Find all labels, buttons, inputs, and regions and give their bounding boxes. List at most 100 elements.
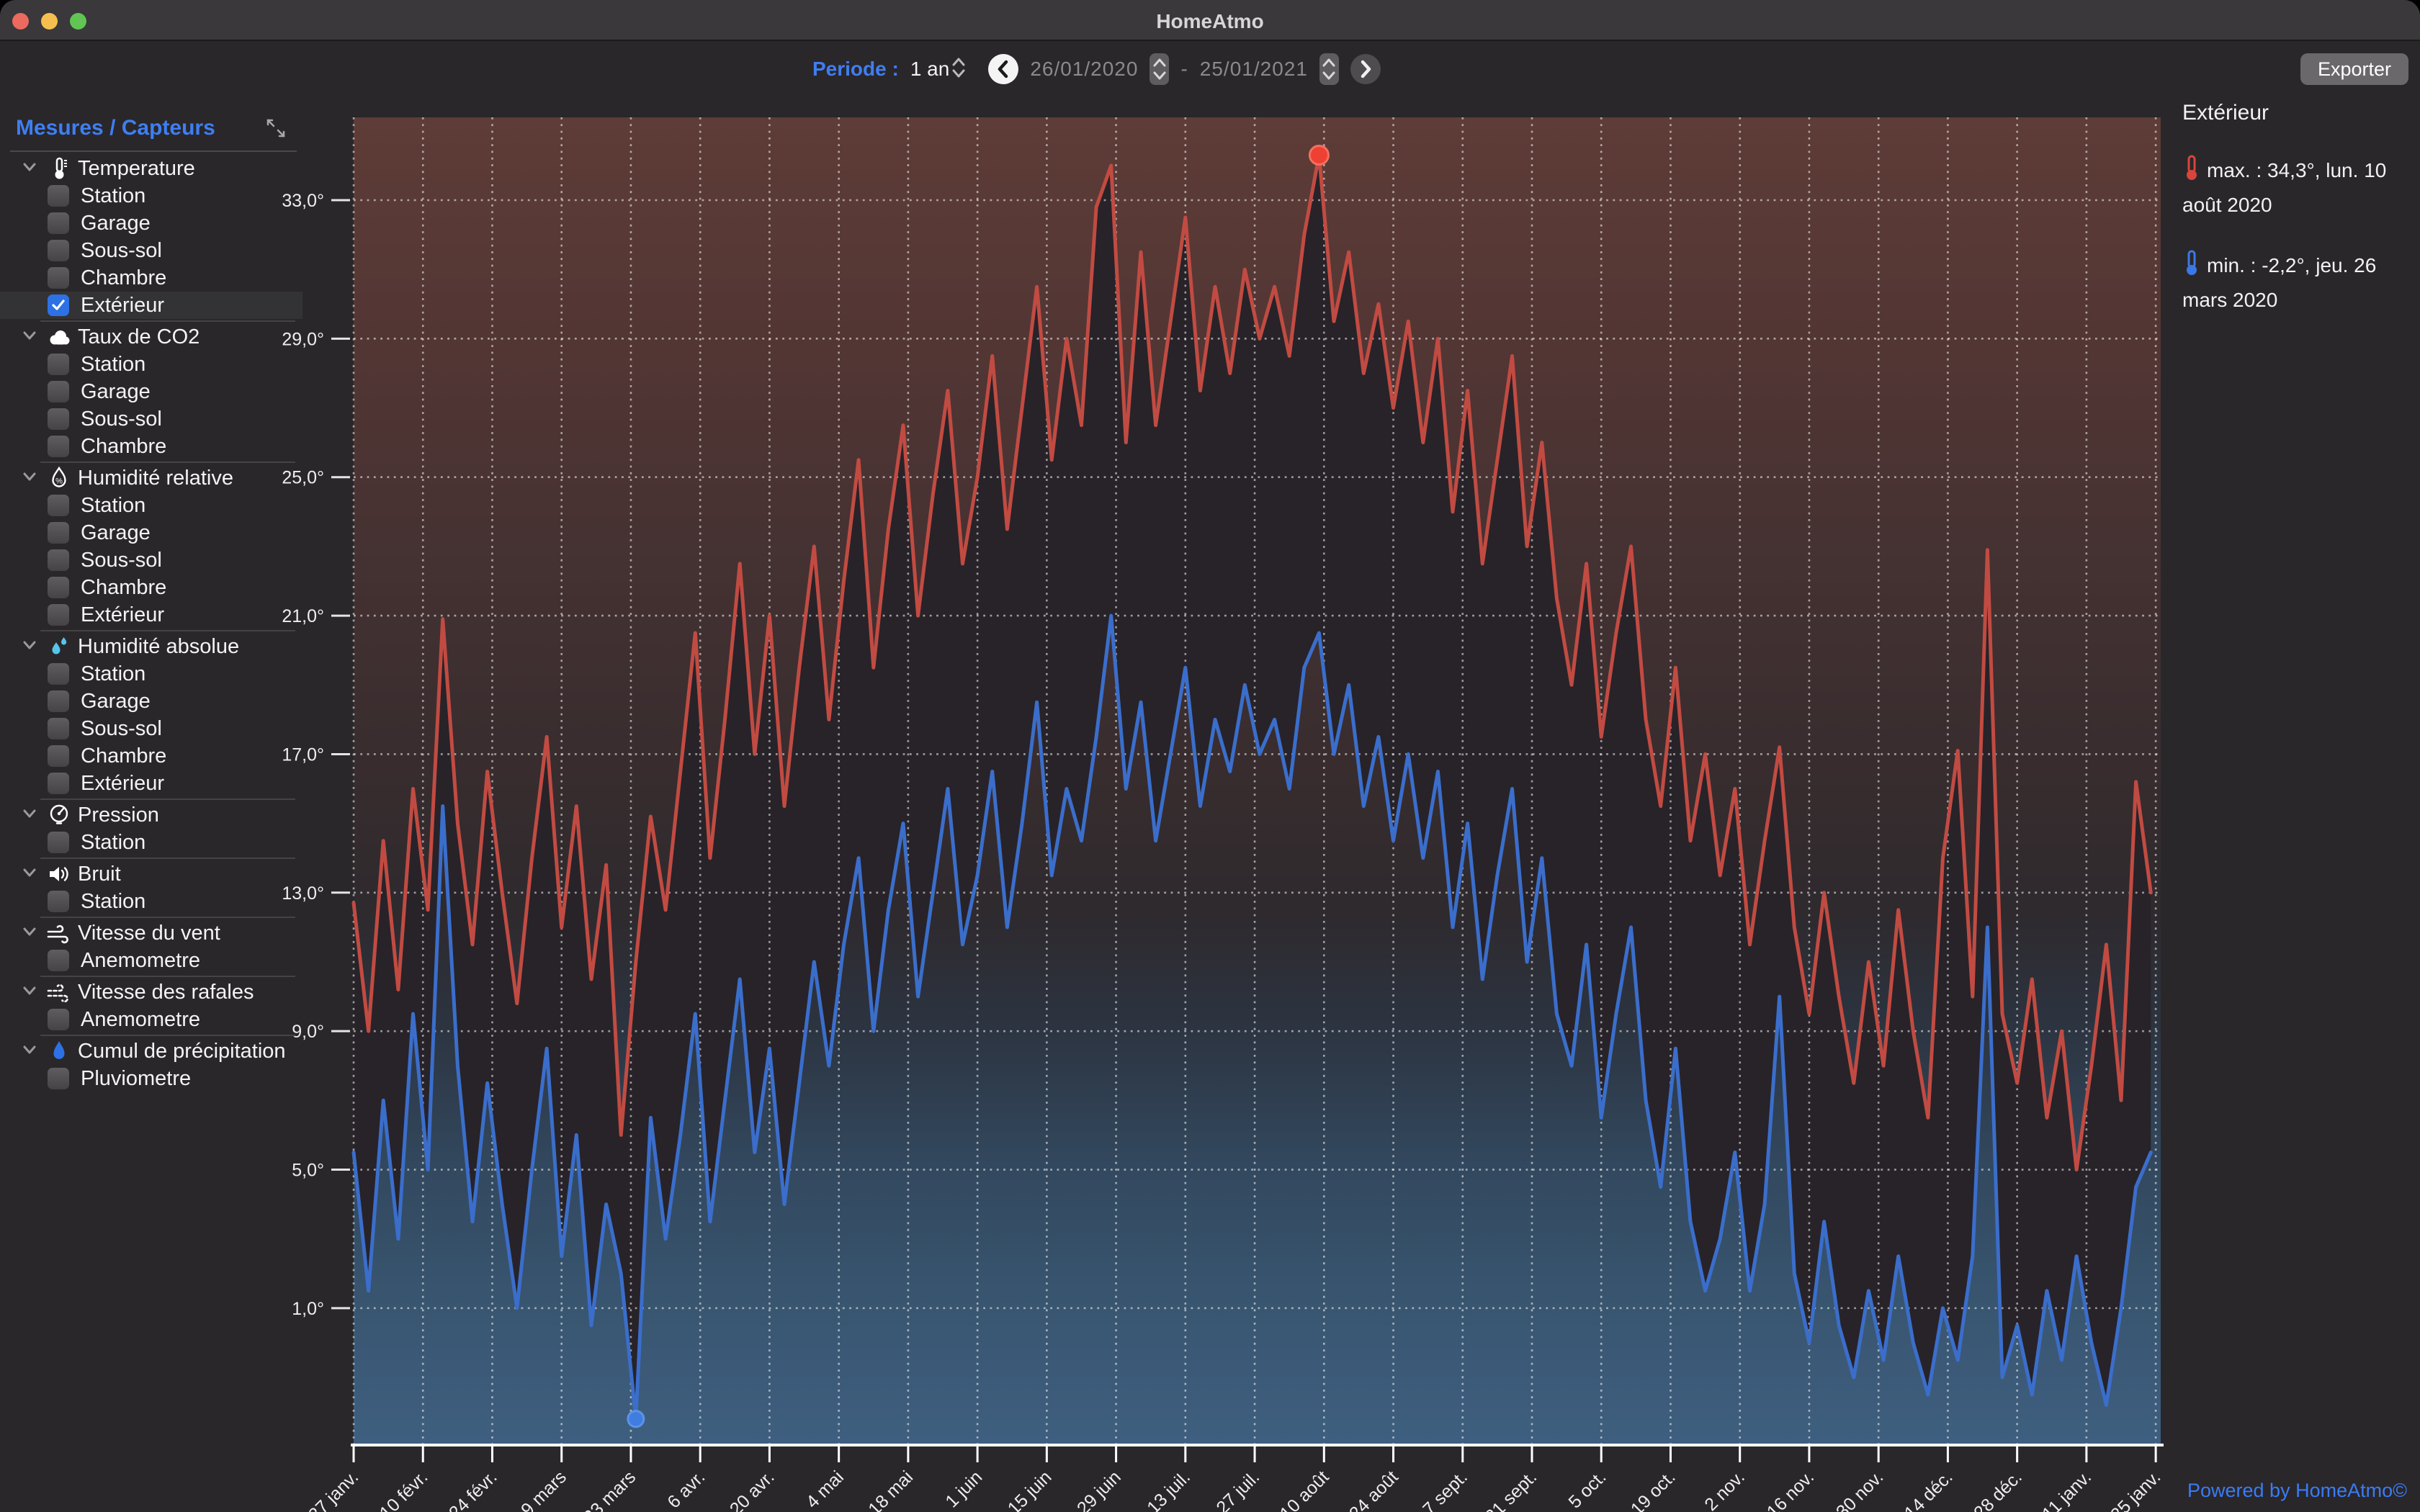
x-tick-label: 18 mai — [864, 1467, 917, 1512]
sensor-group-vitesse-du-vent[interactable]: Vitesse du vent — [0, 919, 302, 947]
checkbox-unchecked[interactable] — [48, 185, 69, 207]
sensor-group-vitesse-des-rafales[interactable]: Vitesse des rafales — [0, 978, 302, 1006]
checkbox-checked[interactable] — [48, 294, 69, 316]
sensor-item-garage[interactable]: Garage — [0, 210, 302, 237]
svg-text:%: % — [55, 477, 63, 486]
checkbox-unchecked[interactable] — [48, 891, 69, 912]
checkbox-unchecked[interactable] — [48, 577, 69, 598]
chevron-down-icon[interactable] — [20, 981, 45, 1004]
sensor-item-ext-rieur[interactable]: Extérieur — [0, 601, 302, 629]
sensor-group-humidit-absolue[interactable]: Humidité absolue — [0, 633, 302, 660]
group-divider — [40, 630, 295, 631]
chevron-down-icon[interactable] — [20, 326, 45, 348]
sensor-item-chambre[interactable]: Chambre — [0, 264, 302, 292]
sensor-group-cumul-de-pr-cipitation[interactable]: Cumul de précipitation — [0, 1038, 302, 1065]
checkbox-unchecked[interactable] — [48, 1068, 69, 1089]
checkbox-unchecked[interactable] — [48, 267, 69, 289]
sensor-item-station[interactable]: Station — [0, 351, 302, 378]
x-tick-label: 13 juil. — [1143, 1467, 1194, 1512]
sensor-label: Chambre — [81, 576, 166, 600]
sensor-item-chambre[interactable]: Chambre — [0, 574, 302, 601]
sensor-label: Station — [81, 662, 145, 686]
chevron-down-icon[interactable] — [20, 863, 45, 886]
sensor-item-station[interactable]: Station — [0, 660, 302, 688]
group-divider — [40, 462, 295, 463]
sensor-item-chambre[interactable]: Chambre — [0, 433, 302, 460]
sensor-item-anemometre[interactable]: Anemometre — [0, 947, 302, 974]
group-divider — [40, 1035, 295, 1036]
gauge-icon — [45, 804, 73, 827]
group-label: Vitesse des rafales — [78, 981, 254, 1004]
x-tick-label: 29 juin — [1073, 1467, 1125, 1512]
sensor-item-station[interactable]: Station — [0, 829, 302, 856]
chevron-down-icon[interactable] — [20, 467, 45, 490]
sensor-group-temperature[interactable]: Temperature — [0, 155, 302, 182]
min-temperature-text: min. : -2,2°, jeu. 26 mars 2020 — [2182, 254, 2376, 311]
min-point-marker[interactable] — [628, 1411, 644, 1427]
sensor-label: Station — [81, 494, 145, 518]
chevron-down-icon[interactable] — [20, 922, 45, 945]
sensor-item-sous-sol[interactable]: Sous-sol — [0, 546, 302, 574]
sensor-item-station[interactable]: Station — [0, 888, 302, 915]
checkbox-unchecked[interactable] — [48, 718, 69, 739]
max-point-marker[interactable] — [1309, 145, 1328, 164]
sensor-item-pluviometre[interactable]: Pluviometre — [0, 1065, 302, 1092]
chevron-down-icon[interactable] — [20, 1040, 45, 1063]
sensor-label: Anemometre — [81, 949, 200, 973]
checkbox-unchecked[interactable] — [48, 408, 69, 430]
checkbox-unchecked[interactable] — [48, 522, 69, 544]
powered-by-link[interactable]: Powered by HomeAtmo© — [2187, 1480, 2407, 1502]
sensor-group-pression[interactable]: Pression — [0, 801, 302, 829]
app-window: HomeAtmo Periode : 1 an 26/01/2020 - 25/… — [0, 0, 2420, 1512]
checkbox-unchecked[interactable] — [48, 1009, 69, 1030]
sensor-item-ext-rieur[interactable]: Extérieur — [0, 292, 302, 319]
checkbox-unchecked[interactable] — [48, 381, 69, 402]
sensor-group-taux-de-co2[interactable]: Taux de CO2 — [0, 323, 302, 351]
sensor-group-bruit[interactable]: Bruit — [0, 860, 302, 888]
sensor-item-sous-sol[interactable]: Sous-sol — [0, 715, 302, 742]
info-panel-title: Extérieur — [2182, 101, 2414, 125]
sensor-item-sous-sol[interactable]: Sous-sol — [0, 237, 302, 264]
checkbox-unchecked[interactable] — [48, 549, 69, 571]
sensors-sidebar: Mesures / Capteurs TemperatureStationGar… — [0, 96, 302, 1512]
x-tick-label: 28 déc. — [1970, 1467, 2026, 1512]
checkbox-unchecked[interactable] — [48, 745, 69, 767]
max-temperature-text: max. : 34,3°, lun. 10 août 2020 — [2182, 159, 2386, 216]
sensor-item-station[interactable]: Station — [0, 182, 302, 210]
sensor-item-anemometre[interactable]: Anemometre — [0, 1006, 302, 1033]
x-tick-label: 30 nov. — [1832, 1467, 1887, 1512]
checkbox-unchecked[interactable] — [48, 354, 69, 375]
checkbox-unchecked[interactable] — [48, 495, 69, 516]
expand-sidebar-icon[interactable] — [265, 117, 287, 143]
temperature-chart[interactable]: 33,0°29,0°25,0°21,0°17,0°13,0°9,0°5,0°1,… — [0, 0, 2420, 1512]
group-label: Humidité absolue — [78, 635, 239, 659]
gust-icon — [45, 981, 73, 1003]
sensor-label: Chambre — [81, 744, 166, 768]
x-tick-label: 14 déc. — [1901, 1467, 1957, 1512]
sensor-item-garage[interactable]: Garage — [0, 378, 302, 405]
checkbox-unchecked[interactable] — [48, 240, 69, 261]
sensor-item-station[interactable]: Station — [0, 492, 302, 519]
x-tick-label: 15 juin — [1004, 1467, 1056, 1512]
sensor-item-ext-rieur[interactable]: Extérieur — [0, 770, 302, 797]
chevron-down-icon[interactable] — [20, 636, 45, 658]
chevron-down-icon[interactable] — [20, 158, 45, 180]
sensor-item-chambre[interactable]: Chambre — [0, 742, 302, 770]
checkbox-unchecked[interactable] — [48, 663, 69, 685]
thermometer-icon — [45, 157, 73, 180]
checkbox-unchecked[interactable] — [48, 604, 69, 626]
sensor-item-sous-sol[interactable]: Sous-sol — [0, 405, 302, 433]
group-divider — [40, 320, 295, 322]
checkbox-unchecked[interactable] — [48, 773, 69, 794]
checkbox-unchecked[interactable] — [48, 436, 69, 457]
checkbox-unchecked[interactable] — [48, 212, 69, 234]
checkbox-unchecked[interactable] — [48, 832, 69, 853]
sensor-item-garage[interactable]: Garage — [0, 688, 302, 715]
checkbox-unchecked[interactable] — [48, 690, 69, 712]
chevron-down-icon[interactable] — [20, 804, 45, 827]
group-label: Cumul de précipitation — [78, 1040, 286, 1063]
checkbox-unchecked[interactable] — [48, 950, 69, 971]
sensor-item-garage[interactable]: Garage — [0, 519, 302, 546]
sensor-label: Garage — [81, 521, 151, 545]
sensor-group-humidit-relative[interactable]: %Humidité relative — [0, 464, 302, 492]
